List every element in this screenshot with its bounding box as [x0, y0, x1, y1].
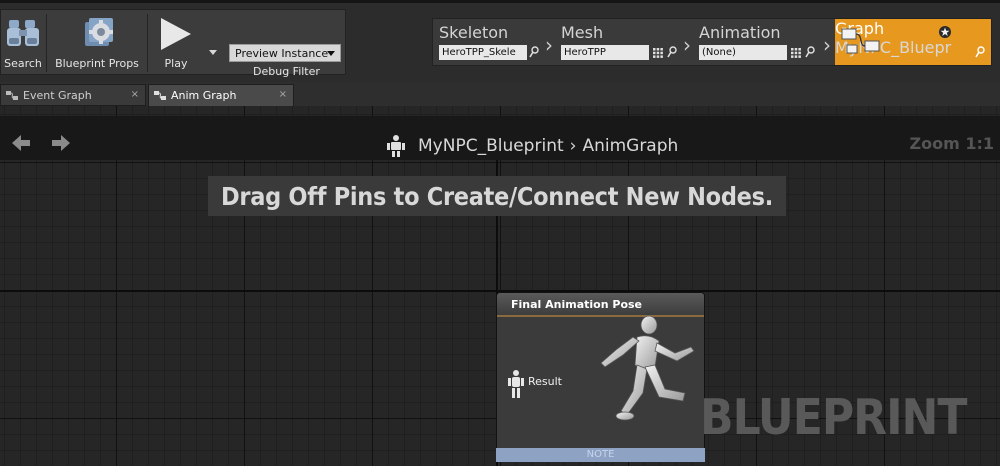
browse-grid-icon[interactable] [791, 48, 801, 58]
zoom-level: Zoom 1:1 [909, 134, 995, 153]
preview-instance-dropdown[interactable]: Preview Instance [229, 44, 341, 62]
toolbar-separator [147, 14, 148, 72]
browse-grid-icon[interactable] [653, 48, 663, 58]
blueprint-props-label: Blueprint Props [55, 57, 139, 70]
mode-mesh-title: Mesh [561, 23, 604, 42]
animation-asset-field[interactable]: (None) [699, 45, 787, 60]
mode-chevron-icon: › [823, 33, 831, 57]
graph-header-bar: MyNPC_Blueprint › AnimGraph Zoom 1:1 [0, 116, 1000, 160]
mode-animation-title: Animation [699, 23, 781, 42]
play-label: Play [164, 57, 188, 70]
node-note-bar: NOTE [496, 448, 705, 462]
search-button[interactable]: Search [1, 10, 45, 76]
breadcrumb-current: AnimGraph [582, 136, 679, 156]
empty-graph-hint: Drag Off Pins to Create/Connect New Node… [208, 176, 786, 216]
toolbar-separator [46, 14, 47, 72]
search-icon[interactable] [667, 46, 677, 58]
mode-chevron-icon: › [683, 33, 691, 57]
play-icon [161, 18, 191, 50]
graph-tab-icon [154, 91, 166, 100]
graph-nodes-icon [841, 28, 880, 54]
blueprint-watermark: BLUEPRINT [700, 389, 967, 446]
pin-label-result: Result [528, 375, 562, 388]
search-icon[interactable] [975, 46, 985, 58]
graph-canvas[interactable]: MyNPC_Blueprint › AnimGraph Zoom 1:1 Dra… [0, 106, 1000, 466]
mode-switcher: Skeleton HeroTPP_Skele › Mesh HeroTPP › … [432, 18, 992, 66]
breadcrumb: MyNPC_Blueprint › AnimGraph [384, 134, 678, 158]
gear-icon [85, 18, 113, 46]
graph-tab-icon [6, 90, 18, 100]
document-tab-bar: Event Graph × Anim Graph × [0, 82, 1000, 106]
pose-pin-icon[interactable] [507, 369, 525, 399]
mesh-asset-field[interactable]: HeroTPP [561, 45, 649, 60]
forward-arrow-icon[interactable] [52, 135, 70, 151]
mode-graph[interactable]: Graph MyNPC_Bluepr [835, 19, 991, 65]
tab-anim-graph[interactable]: Anim Graph × [148, 84, 294, 106]
toolbar-button-group: Search Blueprint Props Play Preview Inst… [0, 9, 346, 78]
binoculars-icon [7, 20, 39, 46]
play-button[interactable]: Play [149, 10, 203, 76]
debug-filter-label: Debug Filter [253, 65, 320, 78]
character-blueprint-icon [387, 135, 405, 157]
search-icon[interactable] [805, 46, 815, 58]
search-button-label: Search [4, 57, 42, 70]
toolbar-top-border [0, 0, 1000, 3]
final-animation-pose-node[interactable]: Final Animation Pose Result [496, 292, 705, 462]
skeleton-asset-field[interactable]: HeroTPP_Skele [439, 45, 527, 60]
preview-instance-value: Preview Instance [235, 46, 329, 60]
tab-event-graph[interactable]: Event Graph × [0, 84, 146, 106]
mode-skeleton-title: Skeleton [439, 23, 509, 42]
node-title: Final Animation Pose [497, 293, 704, 315]
mode-animation[interactable]: Animation (None) [693, 19, 833, 65]
close-icon[interactable]: × [131, 89, 139, 100]
blueprint-props-button[interactable]: Blueprint Props [49, 10, 145, 76]
toolbar: Search Blueprint Props Play Preview Inst… [0, 0, 1000, 82]
play-options-chevron-icon[interactable] [209, 50, 217, 55]
chevron-down-icon [327, 51, 335, 56]
mode-mesh[interactable]: Mesh HeroTPP [555, 19, 693, 65]
back-arrow-icon[interactable] [12, 135, 30, 151]
search-icon[interactable] [529, 46, 539, 58]
mode-chevron-icon: › [545, 33, 553, 57]
tab-anim-graph-label: Anim Graph [171, 89, 237, 102]
running-mannequin-icon [600, 315, 695, 421]
tab-event-graph-label: Event Graph [23, 88, 92, 102]
mode-skeleton[interactable]: Skeleton HeroTPP_Skele [433, 19, 555, 65]
breadcrumb-separator-icon: › [569, 136, 577, 156]
settings-badge-icon [939, 26, 951, 38]
close-icon[interactable]: × [279, 89, 287, 100]
breadcrumb-root[interactable]: MyNPC_Blueprint [418, 136, 564, 156]
